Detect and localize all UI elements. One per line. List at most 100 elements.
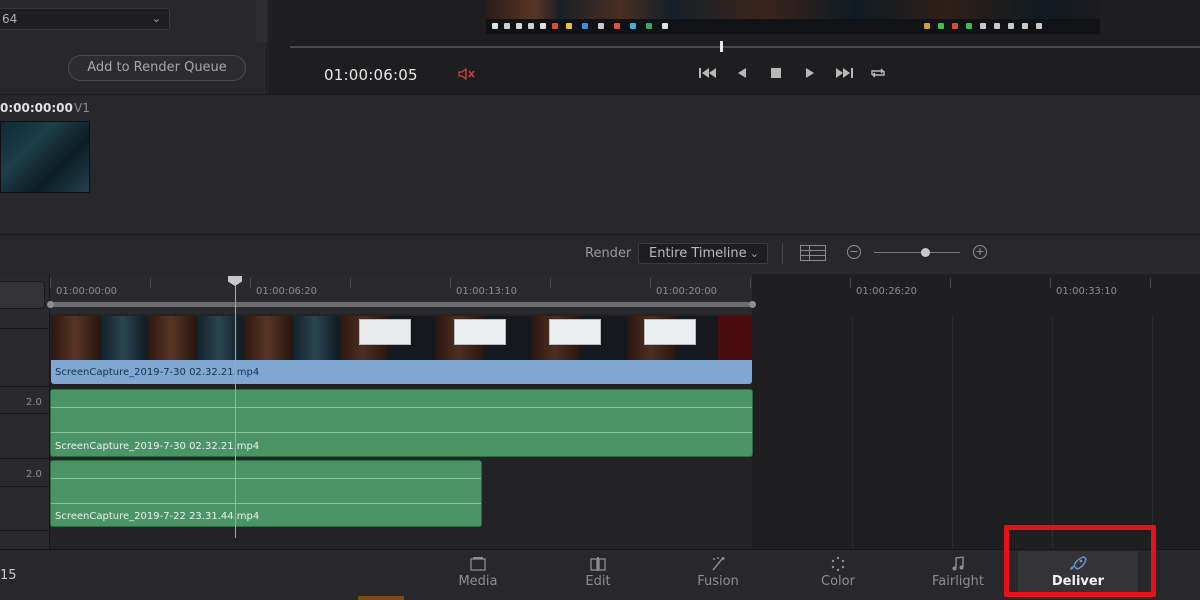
ruler-tick (950, 278, 951, 288)
audio-track-level: 2.0 (26, 397, 42, 408)
audio-track-level: 2.0 (26, 469, 42, 480)
range-in-handle[interactable] (47, 301, 54, 308)
timeline-view-options-icon[interactable] (800, 245, 826, 261)
audio-clip-1[interactable]: ScreenCapture_2019-7-30 02.32.21.mp4 (50, 389, 753, 457)
loop-button[interactable] (867, 66, 889, 84)
page-tab-label: Color (821, 574, 855, 589)
page-tab-media[interactable]: Media (418, 551, 538, 595)
video-clip-thumbnails[interactable] (51, 316, 752, 360)
video-clip-label[interactable]: ScreenCapture_2019-7-30 02.32.21.mp4 (51, 360, 752, 384)
ruler-tick (750, 278, 751, 288)
frame-detail-icon (598, 23, 604, 29)
clip-frame-screenshot (359, 319, 411, 345)
frame-detail-icon (630, 23, 636, 29)
audio-clip-2[interactable]: ScreenCapture_2019-7-22 23.31.44.mp4 (50, 460, 482, 527)
frame-detail-icon (646, 23, 652, 29)
ruler-tick (250, 278, 251, 288)
page-tab-fusion[interactable]: Fusion (658, 551, 778, 595)
page-tab-fairlight[interactable]: Fairlight (898, 551, 1018, 595)
timeline-timecode-box[interactable] (0, 281, 45, 309)
ruler-tick (50, 278, 51, 288)
go-to-start-button[interactable] (697, 66, 719, 84)
render-range-dropdown[interactable]: Entire Timeline ⌄ (638, 243, 768, 264)
frame-detail-icon (662, 23, 668, 29)
stop-button[interactable] (765, 66, 787, 84)
add-to-render-queue-button[interactable]: Add to Render Queue (68, 55, 246, 81)
zoom-in-icon[interactable]: + (973, 245, 987, 259)
grid-line (852, 316, 853, 549)
viewer-scrubber[interactable] (290, 46, 1200, 48)
clip-track-label: V1 (74, 101, 90, 115)
zoom-slider-track[interactable] (874, 252, 960, 253)
clip-frame (51, 316, 99, 360)
page-tab-label: Edit (585, 574, 611, 589)
ruler-tick (450, 278, 451, 288)
viewer-scrub-head[interactable] (720, 41, 723, 52)
playhead-line[interactable] (235, 280, 236, 538)
frame-detail-icon (540, 23, 546, 29)
audio-waveform (51, 407, 752, 408)
track-divider (0, 413, 50, 414)
speaker-muted-icon (458, 67, 475, 81)
page-tab-label: Media (458, 574, 498, 589)
clip-timecode: 0:00:00:00 (0, 101, 73, 115)
track-divider (0, 458, 50, 459)
frame-detail-icon (614, 23, 620, 29)
ruler-label: 01:00:26:20 (856, 286, 918, 297)
clip-frame (243, 316, 291, 360)
reverse-play-button[interactable] (731, 66, 753, 84)
codec-value: 64 (2, 12, 18, 26)
track-headers (0, 274, 50, 549)
timeline-empty-area (752, 274, 1200, 549)
page-tab-label: Fairlight (931, 574, 985, 589)
track-divider (0, 486, 50, 487)
frame-detail-icon (1036, 23, 1042, 29)
clip-thumbnail[interactable] (0, 121, 90, 193)
toolbar-divider (782, 243, 783, 264)
render-range-bar[interactable] (50, 302, 753, 307)
codec-dropdown[interactable]: 64 ⌄ (0, 8, 170, 30)
zoom-out-icon[interactable]: − (847, 245, 861, 259)
mute-icon[interactable] (458, 67, 476, 81)
page-tab-label: Fusion (697, 574, 739, 589)
ruler-label: 01:00:00:00 (56, 286, 118, 297)
page-tab-edit[interactable]: Edit (538, 551, 658, 595)
render-range-value: Entire Timeline (649, 246, 747, 261)
frame-detail-icon (566, 23, 572, 29)
play-button[interactable] (799, 66, 821, 84)
color-icon (829, 556, 847, 572)
ruler-tick (550, 278, 551, 288)
clip-frame (718, 316, 752, 360)
zoom-slider-knob[interactable] (921, 248, 930, 257)
icon-line (809, 246, 810, 260)
range-out-handle[interactable] (749, 301, 756, 308)
grid-line (1052, 316, 1053, 549)
ruler-tick (650, 278, 651, 288)
audio-waveform (51, 503, 481, 504)
bottom-accent (358, 596, 404, 600)
loop-icon (871, 68, 885, 78)
frame-detail-icon (952, 23, 958, 29)
clip-frame (99, 316, 147, 360)
skip-start-icon (699, 68, 716, 78)
audio-clip-label: ScreenCapture_2019-7-30 02.32.21.mp4 (55, 441, 260, 452)
viewer-timecode: 01:00:06:05 (324, 66, 418, 84)
stop-icon (771, 68, 781, 78)
ruler-label: 01:00:06:20 (256, 286, 318, 297)
settings-scrollbar[interactable] (256, 0, 267, 42)
ruler-tick (150, 278, 151, 288)
clip-frame-screenshot (549, 319, 601, 345)
timeline-ruler[interactable] (50, 274, 752, 314)
page-count: 15 (0, 568, 17, 583)
page-tab-color[interactable]: Color (778, 551, 898, 595)
edit-icon (589, 556, 607, 572)
track-divider (0, 328, 50, 329)
ruler-label: 01:00:13:10 (456, 286, 518, 297)
frame-detail-icon (980, 23, 986, 29)
fusion-icon (709, 556, 727, 572)
frame-detail-icon (582, 23, 588, 29)
grid-line (1152, 316, 1153, 549)
frame-detail-icon (1022, 23, 1028, 29)
go-to-end-button[interactable] (833, 66, 855, 84)
render-label: Render (585, 246, 632, 261)
